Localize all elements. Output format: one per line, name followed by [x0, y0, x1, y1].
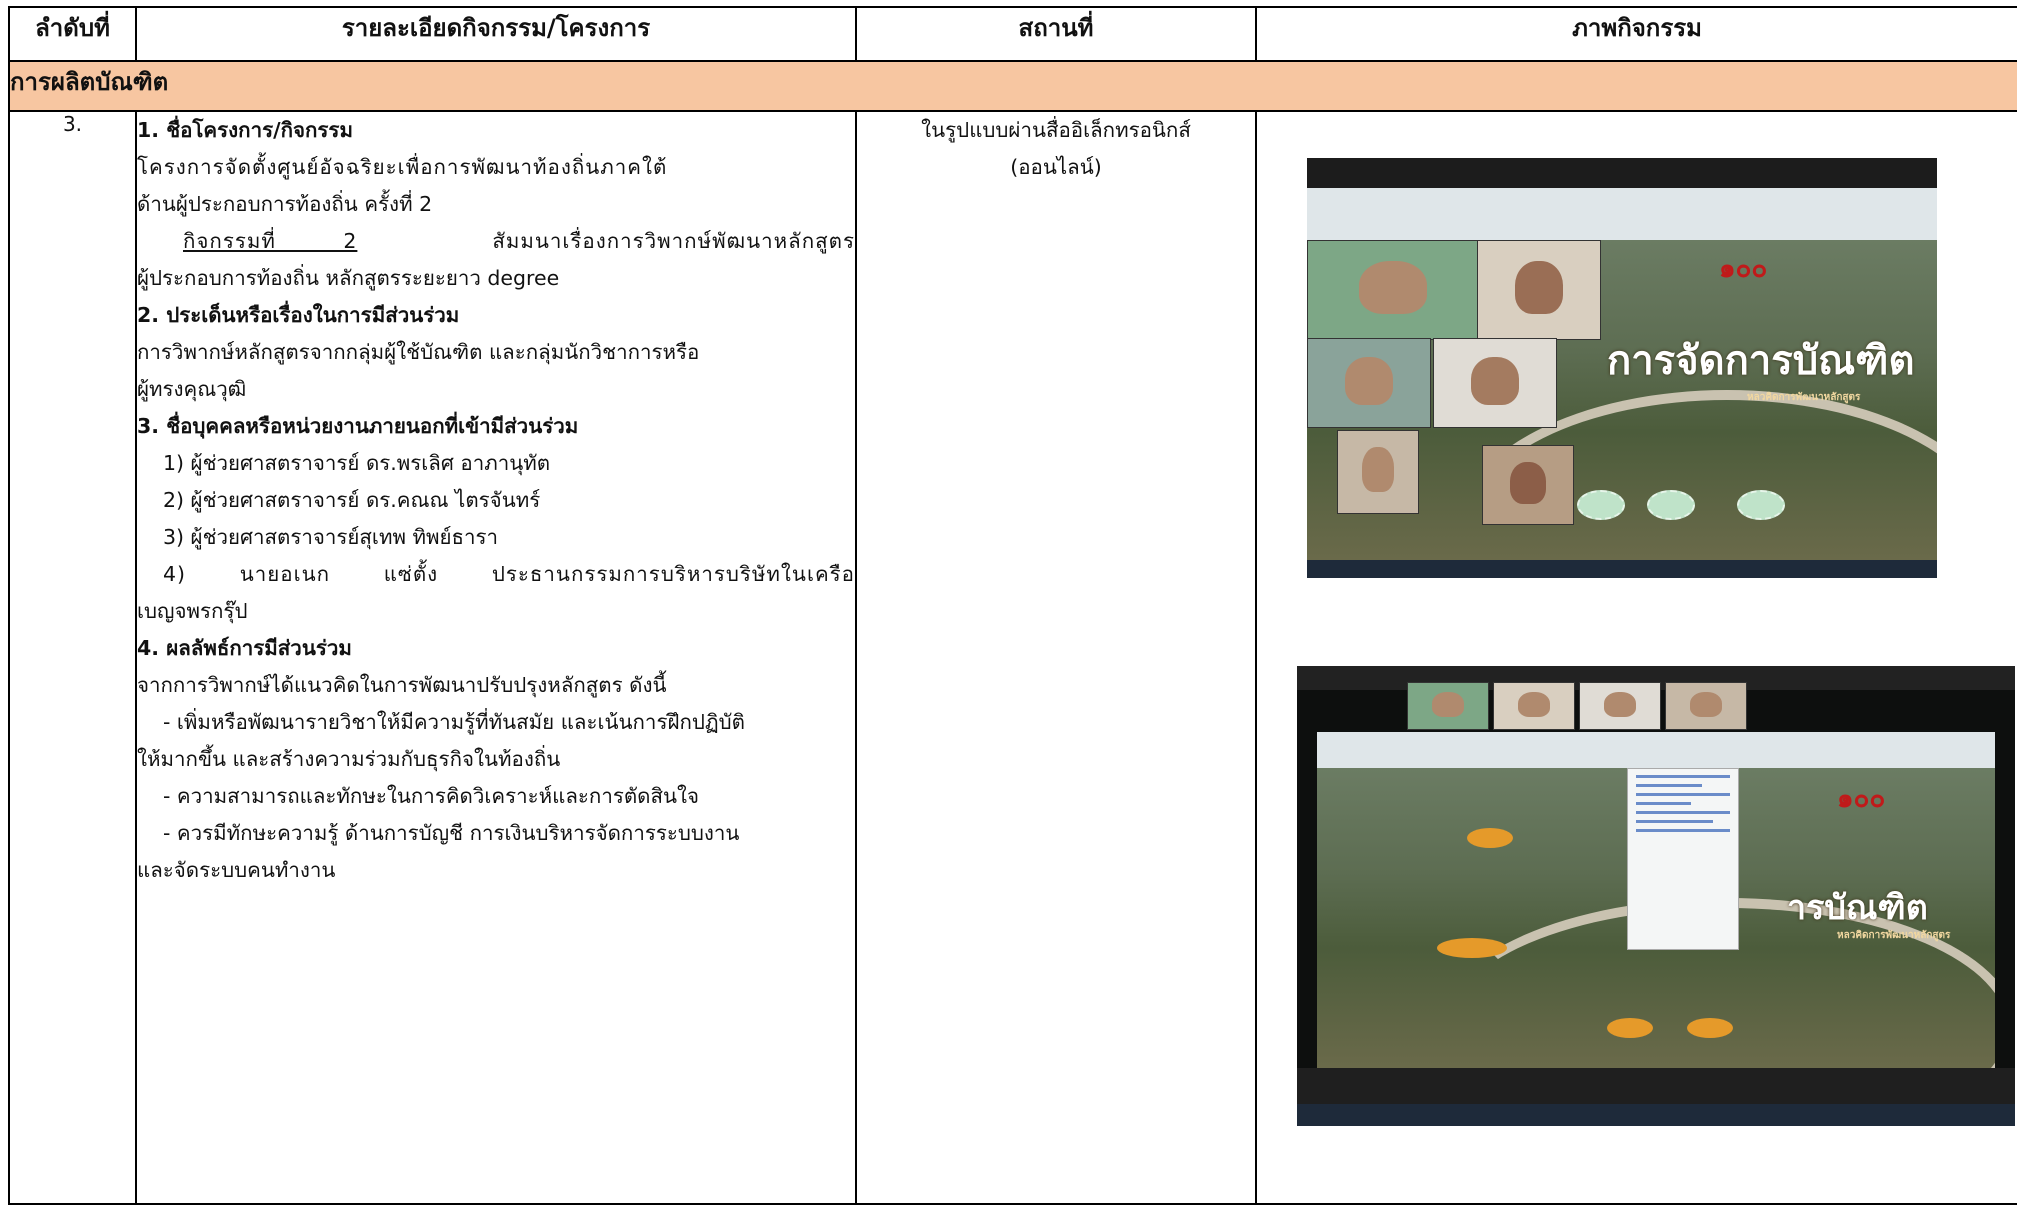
heading-participants: 3. ชื่อบุคคลหรือหน่วยงานภายนอกที่เข้ามีส… [137, 414, 579, 438]
results-intro: จากการวิพากษ์ได้แนวคิดในการพัฒนาปรับปรุง… [137, 673, 667, 697]
participant-item: 4) นายอเนก แซ่ตั้ง ประธานกรรมการบริหารบร… [163, 562, 855, 586]
row-photos: ๑๐๐ การจัดการบัณฑิต หลวคิดการพัฒนาหลักสู… [1255, 110, 2017, 1205]
row-location: ในรูปแบบผ่านสื่ออิเล็กทรอนิกส์ (ออนไลน์) [855, 110, 1257, 1205]
slide-subtitle: หลวคิดการพัฒนาหลักสูตร [1837, 930, 1951, 941]
heading-project-name: 1. ชื่อโครงการ/กิจกรรม [137, 118, 353, 142]
result-item-cont: ให้มากขึ้น และสร้างความร่วมกับธุรกิจในท้… [137, 747, 561, 771]
project-name-line1: โครงการจัดตั้งศูนย์อัจฉริยะเพื่อการพัฒนา… [137, 155, 668, 179]
result-item: - เพิ่มหรือพัฒนารายวิชาให้มีความรู้ที่ทั… [163, 710, 745, 734]
header-row: ลำดับที่ รายละเอียดกิจกรรม/โครงการ สถานท… [8, 6, 2017, 62]
row-number: 3. [8, 110, 137, 1205]
activity-photo-1: ๑๐๐ การจัดการบัณฑิต หลวคิดการพัฒนาหลักสู… [1307, 158, 1937, 578]
result-item: - ความสามารถและทักษะในการคิดวิเคราะห์และ… [163, 784, 700, 808]
header-location: สถานที่ [855, 6, 1257, 62]
participant-item: 1) ผู้ช่วยศาสตราจารย์ ดร.พรเลิศ อาภานุทั… [163, 451, 551, 475]
slide-title: การจัดการบัณฑิต [1607, 337, 1915, 384]
issues-line1: การวิพากษ์หลักสูตรจากกลุ่มผู้ใช้บัณฑิต แ… [137, 340, 700, 364]
activity-table: ลำดับที่ รายละเอียดกิจกรรม/โครงการ สถานท… [8, 6, 2017, 1205]
slide-subtitle: หลวคิดการพัฒนาหลักสูตร [1747, 392, 1861, 403]
participant-item: 2) ผู้ช่วยศาสตราจารย์ ดร.คณณ ไตรจันทร์ [163, 488, 541, 512]
activity-text: สัมมนาเรื่องการวิพากษ์พัฒนาหลักสูตร [492, 229, 855, 253]
header-number: ลำดับที่ [8, 6, 137, 62]
result-item-cont: และจัดระบบคนทำงาน [137, 858, 336, 882]
activity-photo-2: ๑๐๐ ารบัณฑิต หลวคิดการพัฒนาหลักสูตร [1297, 666, 2015, 1126]
participant-item: 3) ผู้ช่วยศาสตราจารย์สุเทพ ทิพย์ธารา [163, 525, 499, 549]
project-name-line2: ด้านผู้ประกอบการท้องถิ่น ครั้งที่ 2 [137, 192, 433, 216]
location-line1: ในรูปแบบผ่านสื่ออิเล็กทรอนิกส์ [921, 118, 1191, 142]
section-row: การผลิตบัณฑิต [8, 60, 2017, 112]
issues-line2: ผู้ทรงคุณวุฒิ [137, 377, 247, 401]
heading-issues: 2. ประเด็นหรือเรื่องในการมีส่วนร่วม [137, 303, 460, 327]
row-details: 1. ชื่อโครงการ/กิจกรรม โครงการจัดตั้งศูน… [135, 110, 857, 1205]
table-row: 3. 1. ชื่อโครงการ/กิจกรรม โครงการจัดตั้ง… [8, 110, 2017, 1205]
activity-line2: ผู้ประกอบการท้องถิ่น หลักสูตรระยะยาว deg… [137, 266, 560, 290]
activity-line: กิจกรรมที่ 2 สัมมนาเรื่องการวิพากษ์พัฒนา… [137, 223, 855, 260]
anniversary-logo: ๑๐๐ [1837, 784, 1886, 814]
section-title: การผลิตบัณฑิต [8, 60, 2017, 112]
anniversary-logo: ๑๐๐ [1719, 254, 1768, 284]
header-details: รายละเอียดกิจกรรม/โครงการ [135, 6, 857, 62]
header-photos: ภาพกิจกรรม [1255, 6, 2017, 62]
activity-label: กิจกรรมที่ 2 [183, 229, 358, 253]
heading-results: 4. ผลลัพธ์การมีส่วนร่วม [137, 636, 352, 660]
chat-panel [1627, 768, 1739, 950]
result-item: - ควรมีทักษะความรู้ ด้านการบัญชี การเงิน… [163, 821, 740, 845]
location-line2: (ออนไลน์) [1010, 155, 1102, 179]
participant-item-cont: เบญจพรกรุ๊ป [137, 599, 248, 623]
slide-title: ารบัณฑิต [1787, 888, 1928, 928]
